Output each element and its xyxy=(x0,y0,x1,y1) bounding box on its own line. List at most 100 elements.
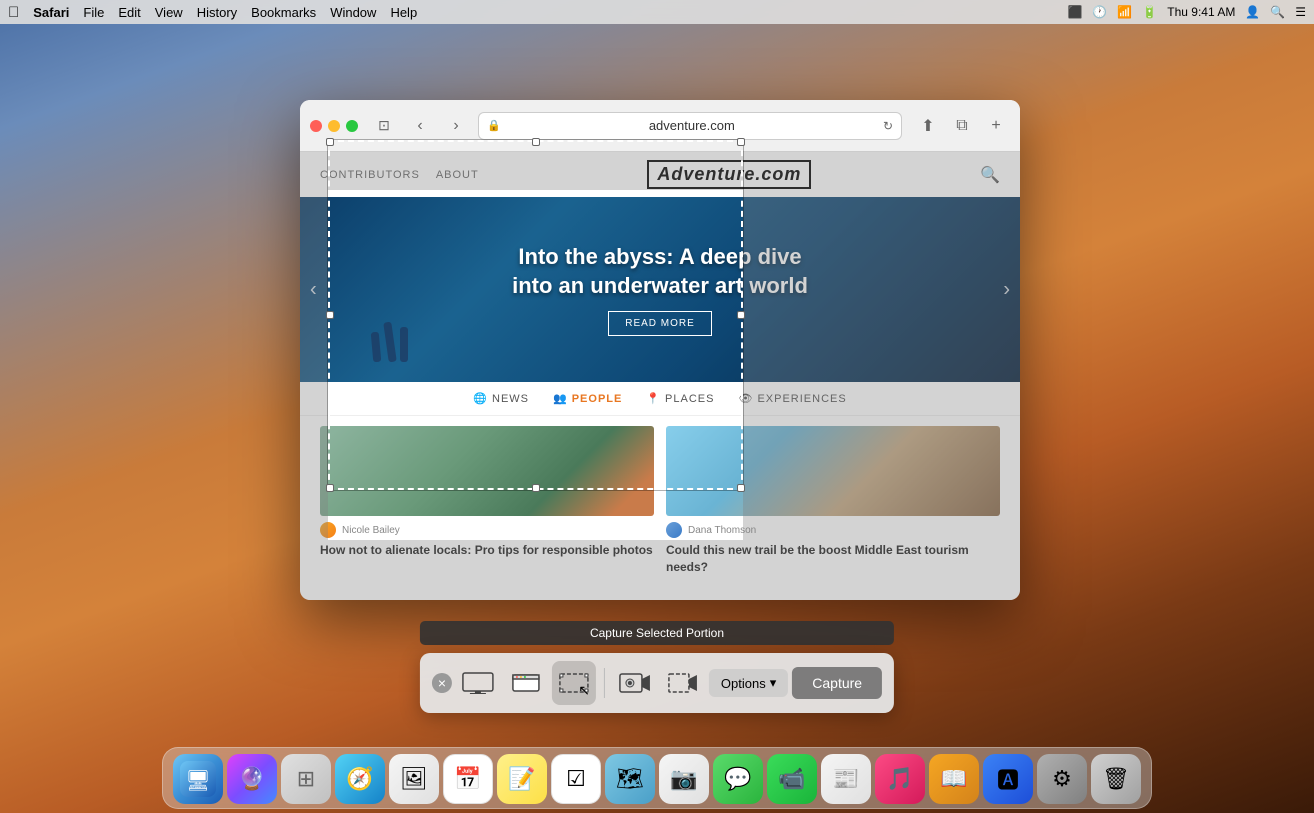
author-2-name: Dana Thomson xyxy=(688,525,756,536)
site-search-icon[interactable]: 🔍 xyxy=(980,165,1000,185)
dock-photos-app[interactable]: 🖼 xyxy=(389,754,439,804)
capture-button[interactable]: Capture xyxy=(792,667,882,699)
tab-overview-button[interactable]: ⧉ xyxy=(948,112,976,140)
dock-siri[interactable]: 🔮 xyxy=(227,754,277,804)
dock-trash[interactable]: 🗑 xyxy=(1091,754,1141,804)
close-screenshot-button[interactable]: × xyxy=(432,673,452,693)
dock-messages[interactable]: 💬 xyxy=(713,754,763,804)
dock: 🖥 🔮 ⊞ 🧭 🖼 📅 📝 ☑ xyxy=(162,747,1152,809)
category-news[interactable]: 🌐 NEWS xyxy=(473,392,529,405)
experiences-icon: 👁 xyxy=(738,392,753,405)
forward-button[interactable]: › xyxy=(442,112,470,140)
dock-camera-photos[interactable]: 📷 xyxy=(659,754,709,804)
clock-icon: 🕐 xyxy=(1092,5,1107,19)
messages-icon: 💬 xyxy=(724,766,751,792)
dock-maps[interactable]: 🗺 xyxy=(605,754,655,804)
close-button[interactable] xyxy=(310,120,322,132)
article-1[interactable]: Nicole Bailey How not to alienate locals… xyxy=(320,426,654,576)
article-1-author: Nicole Bailey xyxy=(320,522,654,538)
fullscreen-button[interactable] xyxy=(346,120,358,132)
dock-music[interactable]: 🎵 xyxy=(875,754,925,804)
dock-appstore[interactable]: 🅰 xyxy=(983,754,1033,804)
url-text: adventure.com xyxy=(505,118,879,133)
reload-icon[interactable]: ↻ xyxy=(883,119,893,133)
dock-calendar[interactable]: 📅 xyxy=(443,754,493,804)
hero-section: Into the abyss: A deep diveinto an under… xyxy=(300,197,1020,382)
capture-selection-button[interactable]: ↖ xyxy=(552,661,596,705)
category-places[interactable]: 📍 PLACES xyxy=(646,392,714,405)
notification-icon[interactable]: ☰ xyxy=(1295,5,1306,19)
share-button[interactable]: ⬆ xyxy=(914,112,942,140)
launchpad-icon: ⊞ xyxy=(297,766,315,792)
article-2-image xyxy=(666,426,1000,516)
website-content: CONTRIBUTORS ABOUT Adventure.com 🔍 xyxy=(300,152,1020,600)
apple-menu[interactable]:  xyxy=(8,4,19,21)
record-screen-button[interactable] xyxy=(613,661,657,705)
appstore-icon: 🅰 xyxy=(997,763,1019,795)
app-menu-safari[interactable]: Safari xyxy=(33,5,69,20)
traffic-lights xyxy=(310,120,358,132)
hero-title: Into the abyss: A deep diveinto an under… xyxy=(512,243,808,300)
new-tab-button[interactable]: + xyxy=(982,112,1010,140)
trash-icon: 🗑 xyxy=(1102,766,1130,792)
record-selection-icon xyxy=(667,672,699,694)
facetime-icon: 📹 xyxy=(778,766,805,792)
books-icon: 📖 xyxy=(940,766,967,792)
record-selection-button[interactable] xyxy=(661,661,705,705)
toolbar-divider xyxy=(604,668,605,698)
dock-launchpad[interactable]: ⊞ xyxy=(281,754,331,804)
address-bar[interactable]: 🔒 adventure.com ↻ xyxy=(478,112,902,140)
dock-safari[interactable]: 🧭 xyxy=(335,754,385,804)
article-1-image xyxy=(320,426,654,516)
author-2-avatar xyxy=(666,522,682,538)
menu-file[interactable]: File xyxy=(83,5,104,20)
site-nav: CONTRIBUTORS ABOUT xyxy=(320,169,479,181)
menu-help[interactable]: Help xyxy=(390,5,417,20)
article-1-title: How not to alienate locals: Pro tips for… xyxy=(320,542,654,559)
dock-notes[interactable]: 📝 xyxy=(497,754,547,804)
airplay-icon: ⬛ xyxy=(1067,5,1082,19)
category-experiences[interactable]: 👁 EXPERIENCES xyxy=(738,392,846,405)
author-1-name: Nicole Bailey xyxy=(342,525,400,536)
menu-bookmarks[interactable]: Bookmarks xyxy=(251,5,316,20)
articles-section: Nicole Bailey How not to alienate locals… xyxy=(300,416,1020,586)
user-icon: 👤 xyxy=(1245,5,1260,19)
lock-icon: 🔒 xyxy=(487,119,501,132)
safari-icon: 🧭 xyxy=(346,766,373,792)
wifi-icon: 📶 xyxy=(1117,5,1132,19)
places-icon: 📍 xyxy=(646,392,661,405)
back-button[interactable]: ‹ xyxy=(406,112,434,140)
category-people[interactable]: 👥 PEOPLE xyxy=(553,392,622,405)
options-label: Options xyxy=(721,676,766,691)
menu-edit[interactable]: Edit xyxy=(118,5,140,20)
dock-system-prefs[interactable]: ⚙ xyxy=(1037,754,1087,804)
calendar-icon: 📅 xyxy=(454,766,481,792)
dock-finder[interactable]: 🖥 xyxy=(173,754,223,804)
hero-prev-button[interactable]: ‹ xyxy=(310,278,317,301)
dock-news[interactable]: 📰 xyxy=(821,754,871,804)
hero-cta-button[interactable]: READ MORE xyxy=(608,311,712,336)
hero-next-button[interactable]: › xyxy=(1003,278,1010,301)
search-icon[interactable]: 🔍 xyxy=(1270,5,1285,19)
author-1-avatar xyxy=(320,522,336,538)
dock-reminders[interactable]: ☑ xyxy=(551,754,601,804)
record-screen-icon xyxy=(619,672,651,694)
options-button[interactable]: Options ▾ xyxy=(709,669,788,697)
nav-contributors[interactable]: CONTRIBUTORS xyxy=(320,169,420,181)
desktop:  Safari File Edit View History Bookmark… xyxy=(0,0,1314,813)
dock-books[interactable]: 📖 xyxy=(929,754,979,804)
capture-screen-button[interactable] xyxy=(456,661,500,705)
notes-icon: 📝 xyxy=(508,766,535,792)
dock-facetime[interactable]: 📹 xyxy=(767,754,817,804)
system-prefs-icon: ⚙ xyxy=(1052,766,1072,792)
sidebar-toggle[interactable]: ⊡ xyxy=(370,112,398,140)
site-header: CONTRIBUTORS ABOUT Adventure.com 🔍 xyxy=(300,152,1020,197)
capture-window-button[interactable] xyxy=(504,661,548,705)
menu-view[interactable]: View xyxy=(155,5,183,20)
menu-history[interactable]: History xyxy=(197,5,237,20)
menu-window[interactable]: Window xyxy=(330,5,376,20)
browser-toolbar: ⊡ ‹ › 🔒 adventure.com ↻ ⬆ ⧉ + xyxy=(300,100,1020,152)
minimize-button[interactable] xyxy=(328,120,340,132)
article-2[interactable]: Dana Thomson Could this new trail be the… xyxy=(666,426,1000,576)
nav-about[interactable]: ABOUT xyxy=(436,169,479,181)
